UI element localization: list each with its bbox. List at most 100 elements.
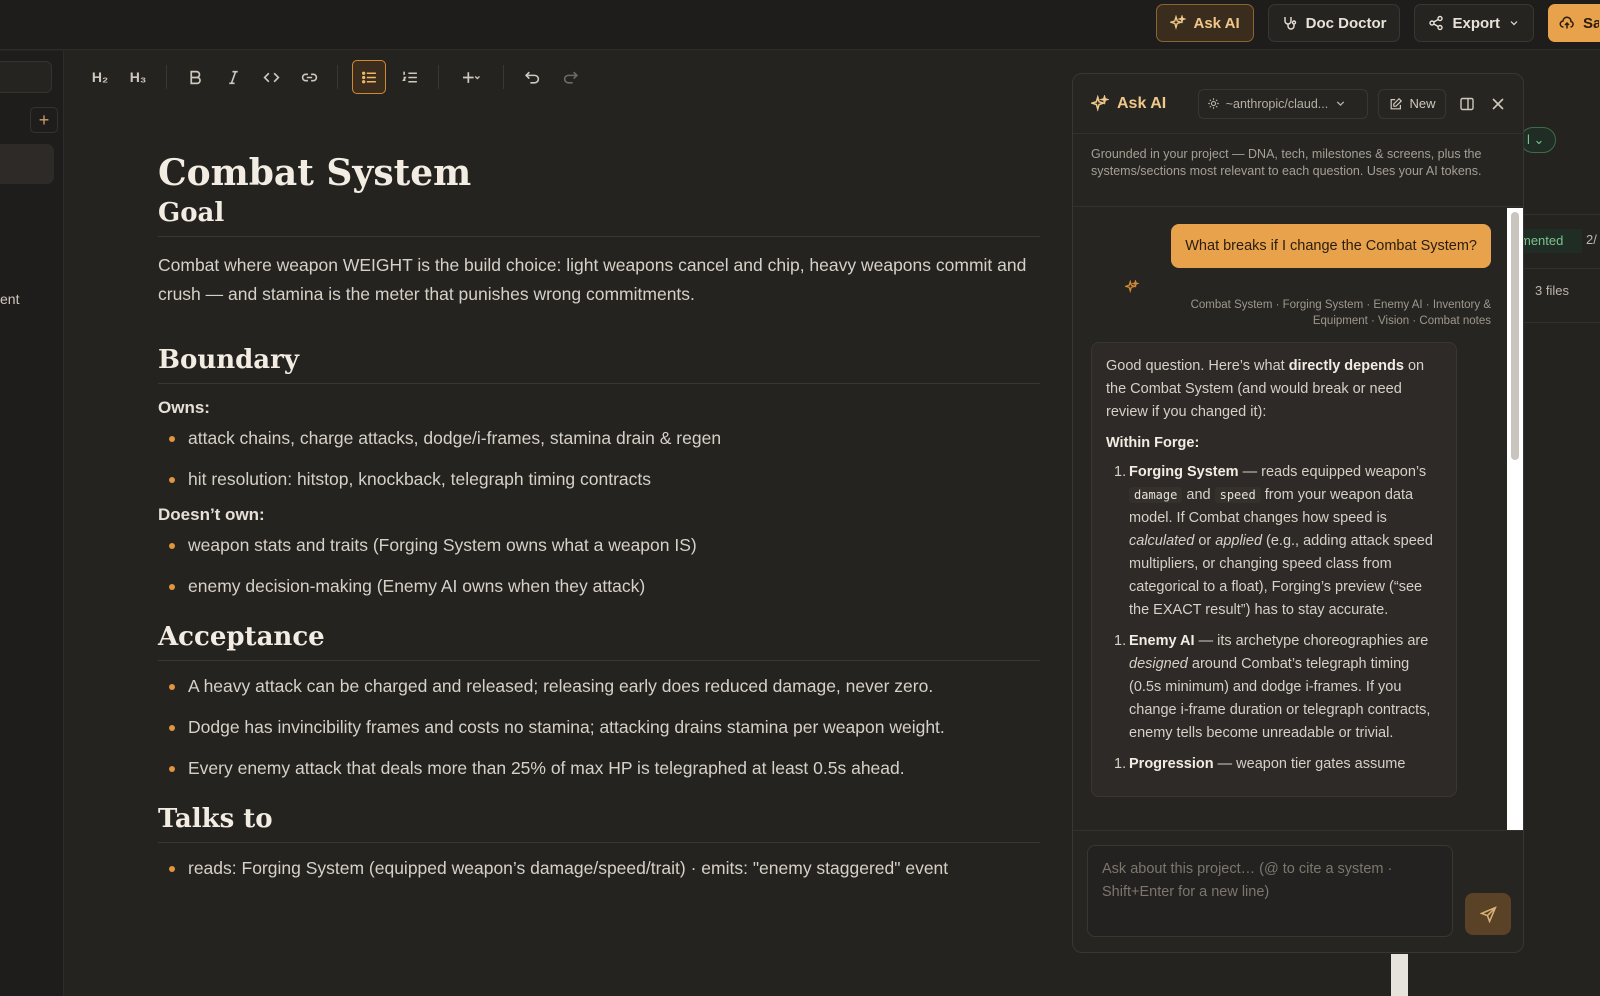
send-button[interactable] xyxy=(1465,893,1511,935)
heading-3-button[interactable]: H₃ xyxy=(124,63,152,91)
chat-composer: Ask about this project… (@ to cite a sys… xyxy=(1073,830,1523,952)
model-label: ~anthropic/claud... xyxy=(1225,96,1329,111)
acceptance-heading[interactable]: Acceptance xyxy=(158,622,1040,661)
scrollbar-thumb[interactable] xyxy=(1511,212,1519,460)
redo-icon xyxy=(563,71,578,84)
ordered-list-button[interactable] xyxy=(396,63,424,91)
acceptance-list: A heavy attack can be charged and releas… xyxy=(158,675,1040,780)
top-bar: Ask AI Doc Doctor Export Sa xyxy=(0,0,1600,50)
ask-ai-panel: Ask AI ~anthropic/claud... New Grounded … xyxy=(1072,73,1524,953)
export-label: Export xyxy=(1452,14,1500,32)
bullet-list-button[interactable] xyxy=(352,60,386,94)
reply-list: 1. Forging System — reads equipped weapon… xyxy=(1106,461,1442,776)
item-number: 1. xyxy=(1114,633,1127,649)
add-item-button[interactable]: + xyxy=(30,107,58,133)
model-select[interactable]: ~anthropic/claud... xyxy=(1197,88,1369,119)
owns-label[interactable]: Owns: xyxy=(158,398,1040,418)
link-button[interactable] xyxy=(295,63,323,91)
bold-button[interactable] xyxy=(181,63,209,91)
item-number: 1. xyxy=(1114,756,1127,772)
sidebar-item-active[interactable] xyxy=(0,144,54,184)
document-title[interactable]: Combat System xyxy=(158,150,1040,196)
chat-messages: What breaks if I change the Combat Syste… xyxy=(1073,208,1509,830)
edit-icon xyxy=(1391,97,1403,109)
close-panel-button[interactable] xyxy=(1488,93,1509,115)
reply-intro-text: Good question. Here’s what xyxy=(1106,358,1289,374)
export-button[interactable]: Export xyxy=(1414,4,1534,42)
top-actions: Ask AI Doc Doctor Export Sa xyxy=(1155,4,1600,42)
chat-input[interactable]: Ask about this project… (@ to cite a sys… xyxy=(1087,845,1453,937)
list-item[interactable]: reads: Forging System (equipped weapon’s… xyxy=(158,857,1040,880)
list-item[interactable]: Dodge has invincibility frames and costs… xyxy=(158,716,1040,739)
code-icon xyxy=(262,72,280,82)
ordered-list-icon xyxy=(401,71,417,83)
message-sources: Combat System · Forging System · Enemy A… xyxy=(1190,299,1491,327)
document-body[interactable]: Combat System Goal Combat where weapon W… xyxy=(158,150,1040,898)
italic-icon xyxy=(228,70,238,84)
reply-section-heading: Within Forge: xyxy=(1106,435,1200,451)
panel-description: Grounded in your project — DNA, tech, mi… xyxy=(1073,134,1523,207)
boundary-heading[interactable]: Boundary xyxy=(158,345,1040,384)
toolbar-divider xyxy=(166,65,167,89)
heading-2-button[interactable]: H₂ xyxy=(86,63,114,91)
chevron-down-icon xyxy=(1336,101,1345,107)
sparkle-icon xyxy=(1091,94,1109,112)
goal-heading[interactable]: Goal xyxy=(158,198,1040,237)
doc-doctor-button[interactable]: Doc Doctor xyxy=(1267,4,1401,42)
sidebar-item-label[interactable]: ent xyxy=(0,291,19,307)
undo-icon xyxy=(524,71,539,84)
editor-toolbar: H₂ H₃ xyxy=(64,51,1064,103)
page-scrollbar[interactable] xyxy=(1391,954,1408,996)
list-item[interactable]: attack chains, charge attacks, dodge/i-f… xyxy=(158,427,1040,450)
code-button[interactable] xyxy=(257,63,285,91)
list-item[interactable]: Every enemy attack that deals more than … xyxy=(158,757,1040,780)
list-item[interactable]: weapon stats and traits (Forging System … xyxy=(158,534,1040,557)
item-text: — weapon tier gates assume xyxy=(1213,756,1406,772)
reply-list-item: 1. Forging System — reads equipped weapon… xyxy=(1106,461,1442,622)
ask-ai-label: Ask AI xyxy=(1193,14,1240,32)
left-sidebar: + ent xyxy=(0,51,64,996)
panel-title: Ask AI xyxy=(1091,94,1188,113)
dock-panel-button[interactable] xyxy=(1456,93,1477,115)
status-dropdown[interactable]: l ⌄ xyxy=(1520,127,1556,153)
item-title: Forging System xyxy=(1129,464,1239,480)
user-message: What breaks if I change the Combat Syste… xyxy=(1171,224,1491,268)
reply-intro: Good question. Here’s what directly depe… xyxy=(1106,355,1442,424)
ask-ai-button[interactable]: Ask AI xyxy=(1155,4,1254,42)
reply-list-item: 1. Progression — weapon tier gates assume xyxy=(1106,753,1442,776)
italic-button[interactable] xyxy=(219,63,247,91)
item-title: Enemy AI xyxy=(1129,633,1195,649)
send-icon xyxy=(1479,905,1497,923)
item-text: and xyxy=(1182,487,1215,503)
item-text: or xyxy=(1194,533,1216,549)
list-item[interactable]: A heavy attack can be charged and releas… xyxy=(158,675,1040,698)
new-chat-button[interactable]: New xyxy=(1378,88,1447,119)
panel-header: Ask AI ~anthropic/claud... New xyxy=(1073,74,1523,134)
undo-button[interactable] xyxy=(518,63,546,91)
sidebar-search-input[interactable] xyxy=(0,61,52,93)
item-emphasis: designed xyxy=(1129,656,1188,672)
item-number: 1. xyxy=(1114,464,1127,480)
status-badge: mented xyxy=(1516,229,1582,253)
doesnt-own-label[interactable]: Doesn’t own: xyxy=(158,505,1040,525)
new-chat-label: New xyxy=(1409,96,1436,111)
bold-icon xyxy=(189,70,201,84)
talks-to-heading[interactable]: Talks to xyxy=(158,804,1040,843)
item-emphasis: applied xyxy=(1215,533,1263,549)
sparkle-icon xyxy=(1125,280,1139,294)
item-emphasis: calculated xyxy=(1129,533,1195,549)
list-item[interactable]: enemy decision-making (Enemy AI owns whe… xyxy=(158,575,1040,598)
split-panel-icon xyxy=(1460,97,1474,110)
save-button[interactable]: Sa xyxy=(1548,4,1600,42)
doesnt-own-list: weapon stats and traits (Forging System … xyxy=(158,534,1040,598)
progress-count: 2/ xyxy=(1586,232,1597,247)
insert-menu-button[interactable] xyxy=(453,63,489,91)
redo-button[interactable] xyxy=(556,63,584,91)
goal-text[interactable]: Combat where weapon WEIGHT is the build … xyxy=(158,251,1040,309)
reply-list-item: 1. Enemy AI — its archetype choreographie… xyxy=(1106,630,1442,745)
list-item[interactable]: hit resolution: hitstop, knockback, tele… xyxy=(158,468,1040,491)
inline-code: speed xyxy=(1214,487,1261,503)
chat-scrollbar[interactable] xyxy=(1507,208,1523,830)
owns-list: attack chains, charge attacks, dodge/i-f… xyxy=(158,427,1040,491)
close-icon xyxy=(1492,97,1504,110)
